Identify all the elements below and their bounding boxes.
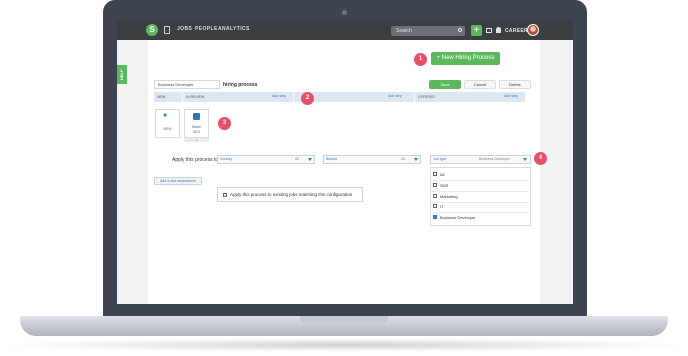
step-card-new[interactable] — [155, 109, 180, 138]
brands-dropdown[interactable] — [323, 155, 421, 164]
laptop-notch — [300, 316, 388, 323]
job-type-dropdown-value: Business Developer — [479, 157, 511, 161]
option-divider — [432, 212, 529, 213]
option-marketing-checkbox[interactable] — [433, 194, 437, 198]
option-all-checkbox[interactable] — [433, 172, 437, 176]
nav-link-people[interactable]: PEOPLE — [195, 26, 218, 32]
option-it-checkbox[interactable] — [433, 204, 437, 208]
person-icon: ● — [163, 112, 168, 119]
logo-icon[interactable]: S — [146, 24, 158, 36]
brands-dropdown-value: All — [401, 157, 405, 161]
country-dropdown-label: Country — [220, 157, 233, 161]
callout-1-badge: 1 — [414, 53, 427, 66]
option-sdr-label: SDR — [440, 183, 449, 188]
option-marketing-label: Marketing — [440, 194, 458, 199]
option-divider — [432, 180, 529, 181]
search-placeholder: Search — [396, 28, 412, 34]
save-button[interactable]: Save — [429, 80, 461, 89]
option-business-developer-checkbox[interactable] — [433, 215, 437, 219]
camera-dot — [342, 10, 347, 15]
help-tab[interactable]: HELP — [117, 65, 127, 84]
column-label-offered: OFFERED — [418, 95, 435, 99]
step-card-remove[interactable]: x — [184, 138, 209, 142]
hiring-process-label: hiring process — [223, 82, 258, 88]
clipboard-icon — [193, 113, 200, 120]
existing-jobs-label: Apply this process to existing jobs matc… — [230, 192, 353, 197]
option-sdr-checkbox[interactable] — [433, 183, 437, 187]
column-label-in-review: IN REVIEW — [186, 95, 205, 99]
step-card-match-label: Match — [191, 125, 202, 129]
job-type-dropdown-label: Job type — [433, 157, 447, 161]
nav-link-analytics[interactable]: ANALYTICS — [218, 26, 250, 32]
avatar[interactable] — [527, 24, 539, 36]
chevron-down-icon — [523, 158, 527, 161]
process-name-field[interactable]: Business Developer — [154, 80, 220, 89]
delete-button[interactable]: Delete — [499, 80, 531, 89]
column-label-new: NEW — [157, 95, 166, 99]
option-all-label: All — [440, 172, 445, 177]
option-divider — [432, 202, 529, 203]
step-card-new-label: NEW — [163, 127, 172, 131]
add-inline-assessment-button[interactable]: Add in-line assessment — [154, 177, 202, 185]
laptop-shadow — [0, 338, 688, 352]
callout-3-badge: 3 — [218, 117, 231, 130]
existing-jobs-checkbox[interactable] — [223, 193, 227, 197]
step-card-match-sublabel: SEO — [192, 130, 201, 134]
country-dropdown-value: All — [295, 157, 299, 161]
apply-process-label: Apply this process to — [172, 157, 219, 163]
chevron-down-icon — [308, 158, 312, 161]
bookmark-icon[interactable] — [164, 26, 170, 34]
monitor-icon[interactable] — [486, 28, 492, 33]
bell-icon[interactable] — [496, 27, 501, 33]
top-nav: S JOBS PEOPLE ANALYTICS Search + CAREERS — [117, 20, 573, 40]
option-divider — [432, 191, 529, 192]
option-it-label: IT — [440, 204, 444, 209]
add-step-link-offered[interactable]: Add step — [504, 94, 518, 98]
option-business-developer-label: Business Developer — [440, 215, 476, 220]
new-hiring-process-button[interactable]: + New Hiring Process — [431, 52, 500, 65]
laptop-screen: S JOBS PEOPLE ANALYTICS Search + CAREERS… — [117, 20, 573, 304]
brands-dropdown-label: Brands — [326, 157, 338, 161]
add-step-link-middle[interactable]: Add step — [388, 94, 402, 98]
callout-2-badge: 2 — [301, 92, 314, 105]
search-icon[interactable] — [458, 28, 462, 32]
chevron-down-icon — [414, 158, 418, 161]
add-button[interactable]: + — [471, 25, 482, 36]
cancel-button[interactable]: Cancel — [464, 80, 496, 89]
callout-4-badge: 4 — [534, 152, 547, 165]
nav-link-jobs[interactable]: JOBS — [177, 26, 192, 32]
add-step-link-in-review[interactable]: Add step — [272, 94, 286, 98]
